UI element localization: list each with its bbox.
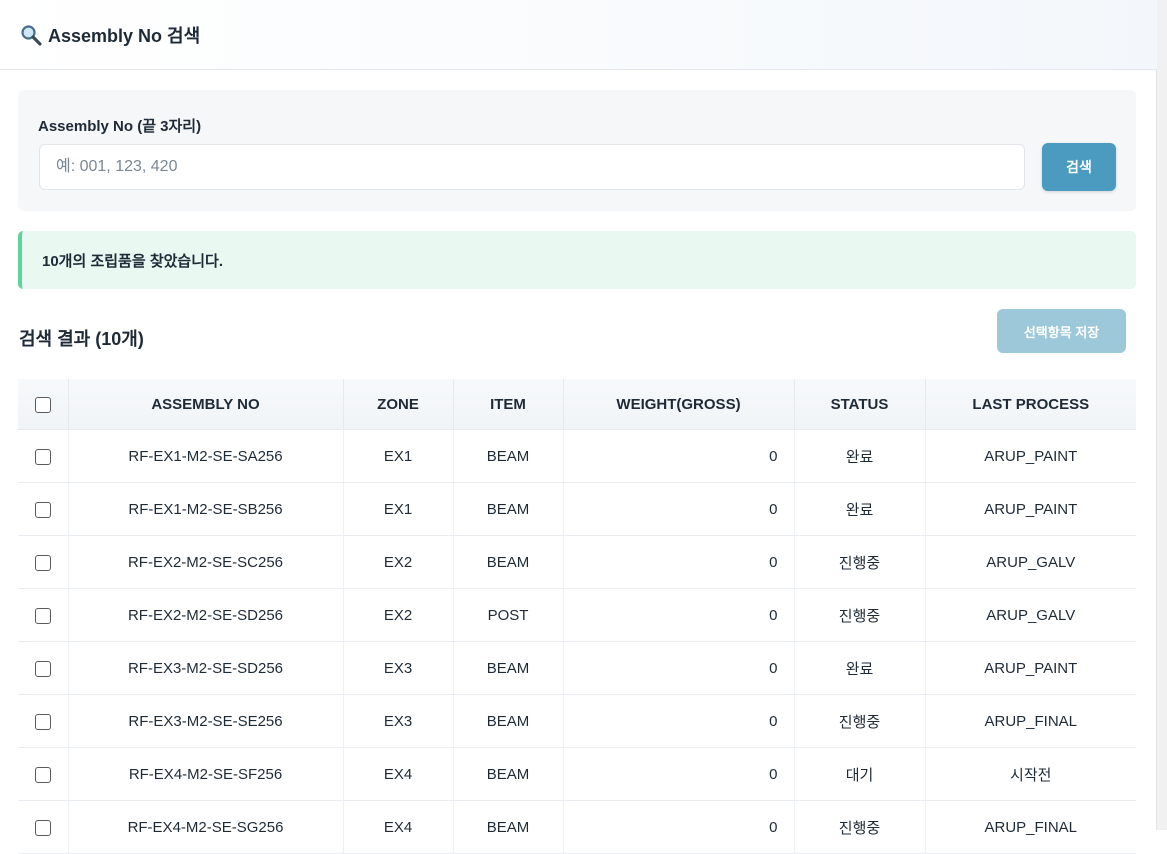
- row-checkbox[interactable]: [34, 554, 51, 571]
- row-select-cell: [18, 800, 69, 854]
- row-checkbox[interactable]: [34, 607, 51, 624]
- header-title-group: Assembly No 검색: [20, 22, 200, 48]
- assembly-no-label: Assembly No (끝 3자리): [38, 118, 202, 135]
- last-process-cell: ARUP_GALV: [925, 535, 1136, 589]
- zone-cell: EX4: [343, 747, 454, 801]
- zone-cell: EX1: [343, 429, 454, 483]
- zone-cell: EX2: [343, 535, 454, 589]
- row-checkbox[interactable]: [34, 660, 51, 677]
- table-row[interactable]: RF-EX1-M2-SE-SA256 EX1 BEAM 0 완료 ARUP_PA…: [18, 429, 1136, 483]
- row-select-cell: [18, 429, 69, 483]
- last-process-cell: ARUP_FINAL: [925, 694, 1136, 748]
- row-select-cell: [18, 641, 69, 695]
- item-cell: BEAM: [453, 641, 564, 695]
- status-cell: 진행중: [794, 535, 926, 589]
- row-checkbox[interactable]: [34, 501, 51, 518]
- status-cell: 완료: [794, 429, 926, 483]
- weight-cell: 0: [563, 747, 795, 801]
- zone-cell: EX3: [343, 694, 454, 748]
- last-process-cell: ARUP_PAINT: [925, 641, 1136, 695]
- table-row[interactable]: RF-EX1-M2-SE-SB256 EX1 BEAM 0 완료 ARUP_PA…: [18, 482, 1136, 536]
- results-title: 검색 결과 (10개): [19, 329, 144, 349]
- item-cell: BEAM: [453, 535, 564, 589]
- assembly-no-cell: RF-EX2-M2-SE-SD256: [68, 588, 344, 642]
- row-select-cell: [18, 694, 69, 748]
- item-cell: BEAM: [453, 800, 564, 854]
- table-row[interactable]: RF-EX2-M2-SE-SC256 EX2 BEAM 0 진행중 ARUP_G…: [18, 535, 1136, 589]
- select-all-checkbox[interactable]: [34, 396, 51, 413]
- assembly-no-cell: RF-EX4-M2-SE-SG256: [68, 800, 344, 854]
- column-header-assembly-no[interactable]: ASSEMBLY NO: [68, 379, 344, 430]
- select-all-cell: [18, 379, 69, 430]
- last-process-cell: ARUP_PAINT: [925, 482, 1136, 536]
- table-row[interactable]: RF-EX4-M2-SE-SG256 EX4 BEAM 0 진행중 ARUP_F…: [18, 800, 1136, 854]
- item-cell: POST: [453, 588, 564, 642]
- assembly-no-cell: RF-EX3-M2-SE-SE256: [68, 694, 344, 748]
- row-select-cell: [18, 535, 69, 589]
- search-panel: Assembly No (끝 3자리) 검색: [18, 90, 1136, 211]
- zone-cell: EX4: [343, 800, 454, 854]
- assembly-no-cell: RF-EX2-M2-SE-SC256: [68, 535, 344, 589]
- result-alert: 10개의 조립품을 찾았습니다.: [18, 231, 1136, 289]
- assembly-no-cell: RF-EX1-M2-SE-SB256: [68, 482, 344, 536]
- status-cell: 진행중: [794, 588, 926, 642]
- page-header: Assembly No 검색: [0, 0, 1157, 70]
- status-cell: 진행중: [794, 694, 926, 748]
- search-button[interactable]: 검색: [1042, 143, 1116, 191]
- status-cell: 진행중: [794, 800, 926, 854]
- column-header-weight[interactable]: WEIGHT(GROSS): [563, 379, 795, 430]
- weight-cell: 0: [563, 641, 795, 695]
- vertical-scrollbar[interactable]: [1156, 0, 1167, 830]
- assembly-no-cell: RF-EX3-M2-SE-SD256: [68, 641, 344, 695]
- assembly-no-cell: RF-EX4-M2-SE-SF256: [68, 747, 344, 801]
- status-cell: 완료: [794, 641, 926, 695]
- zone-cell: EX1: [343, 482, 454, 536]
- last-process-cell: ARUP_GALV: [925, 588, 1136, 642]
- column-header-zone[interactable]: ZONE: [343, 379, 454, 430]
- search-icon: [21, 24, 42, 46]
- zone-cell: EX2: [343, 588, 454, 642]
- item-cell: BEAM: [453, 694, 564, 748]
- row-checkbox[interactable]: [34, 766, 51, 783]
- column-header-last-process[interactable]: LAST PROCESS: [925, 379, 1136, 430]
- table-header-row: ASSEMBLY NO ZONE ITEM WEIGHT(GROSS) STAT…: [18, 379, 1136, 430]
- alert-message: 10개의 조립품을 찾았습니다.: [42, 252, 223, 270]
- weight-cell: 0: [563, 694, 795, 748]
- save-selected-button[interactable]: 선택항목 저장: [997, 309, 1126, 353]
- last-process-cell: ARUP_PAINT: [925, 429, 1136, 483]
- zone-cell: EX3: [343, 641, 454, 695]
- column-header-status[interactable]: STATUS: [794, 379, 926, 430]
- status-cell: 완료: [794, 482, 926, 536]
- column-header-item[interactable]: ITEM: [453, 379, 564, 430]
- page-title: Assembly No 검색: [48, 25, 201, 46]
- item-cell: BEAM: [453, 747, 564, 801]
- weight-cell: 0: [563, 588, 795, 642]
- row-select-cell: [18, 482, 69, 536]
- results-table: ASSEMBLY NO ZONE ITEM WEIGHT(GROSS) STAT…: [18, 379, 1136, 854]
- status-cell: 대기: [794, 747, 926, 801]
- row-checkbox[interactable]: [34, 448, 51, 465]
- assembly-no-input[interactable]: [39, 144, 1025, 190]
- table-row[interactable]: RF-EX3-M2-SE-SD256 EX3 BEAM 0 완료 ARUP_PA…: [18, 641, 1136, 695]
- weight-cell: 0: [563, 535, 795, 589]
- row-select-cell: [18, 747, 69, 801]
- last-process-cell: 시작전: [925, 747, 1136, 801]
- row-checkbox[interactable]: [34, 713, 51, 730]
- weight-cell: 0: [563, 800, 795, 854]
- weight-cell: 0: [563, 482, 795, 536]
- weight-cell: 0: [563, 429, 795, 483]
- table-row[interactable]: RF-EX4-M2-SE-SF256 EX4 BEAM 0 대기 시작전: [18, 747, 1136, 801]
- last-process-cell: ARUP_FINAL: [925, 800, 1136, 854]
- table-row[interactable]: RF-EX3-M2-SE-SE256 EX3 BEAM 0 진행중 ARUP_F…: [18, 694, 1136, 748]
- row-checkbox[interactable]: [34, 819, 51, 836]
- assembly-no-cell: RF-EX1-M2-SE-SA256: [68, 429, 344, 483]
- table-row[interactable]: RF-EX2-M2-SE-SD256 EX2 POST 0 진행중 ARUP_G…: [18, 588, 1136, 642]
- item-cell: BEAM: [453, 482, 564, 536]
- row-select-cell: [18, 588, 69, 642]
- item-cell: BEAM: [453, 429, 564, 483]
